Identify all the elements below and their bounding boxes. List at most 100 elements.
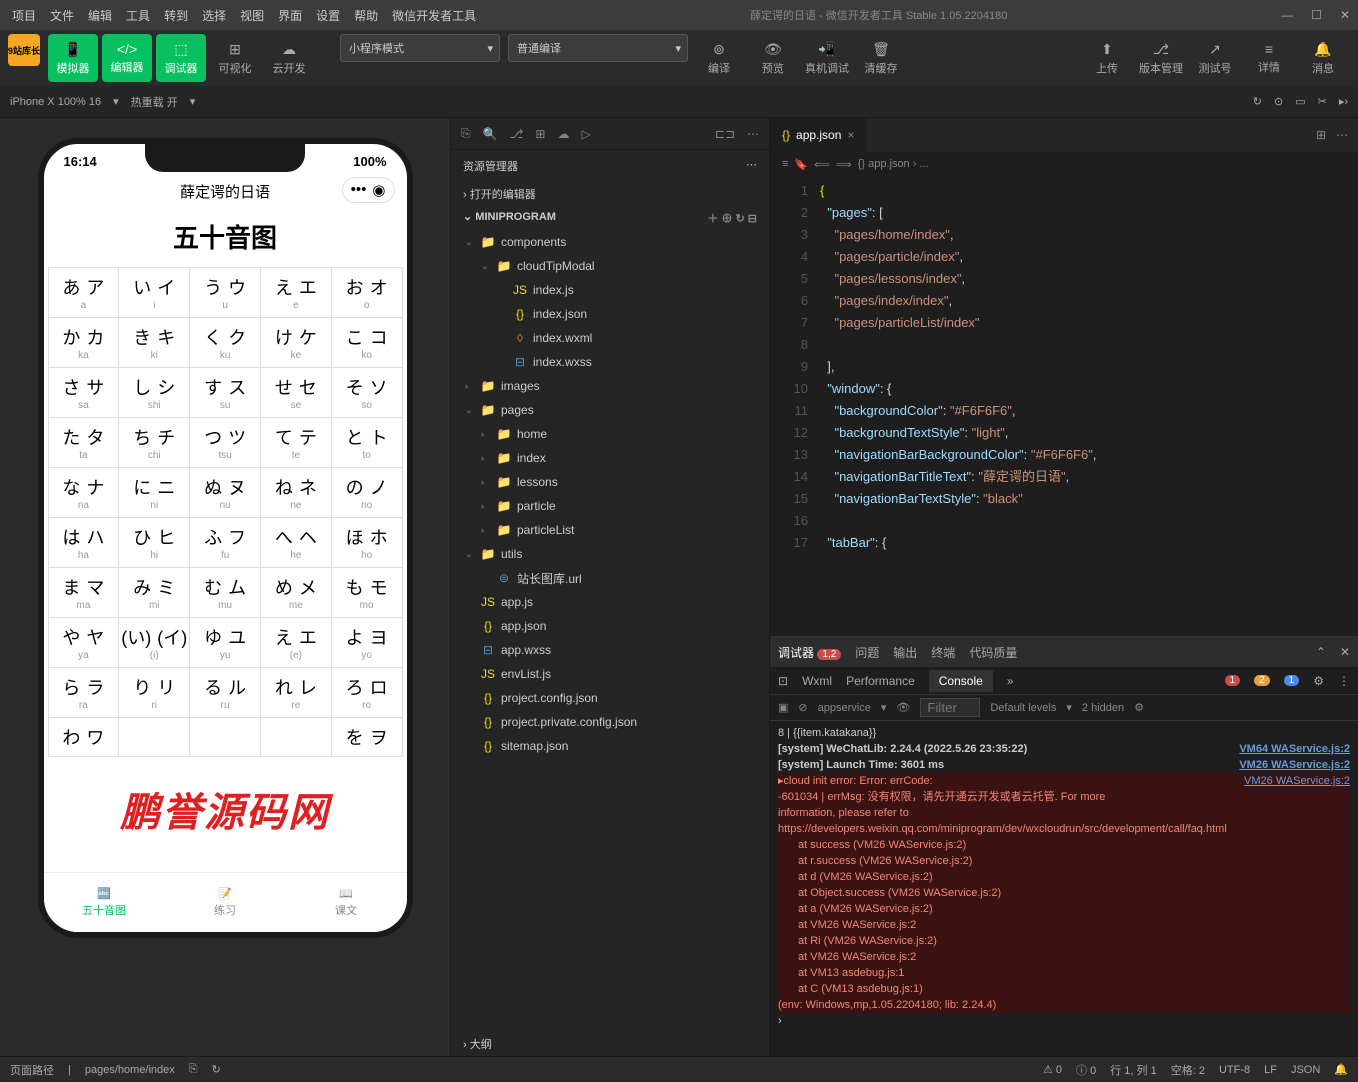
tab-debugger[interactable]: 调试器 1,2 bbox=[778, 644, 841, 661]
editor-tab-appjson[interactable]: {} app.json × bbox=[770, 118, 867, 152]
cloud-button[interactable]: ☁云开发 bbox=[264, 34, 314, 82]
kana-cell[interactable]: えエ(e) bbox=[261, 618, 332, 668]
code-editor[interactable]: 1234567891011121314151617 { "pages": [ "… bbox=[770, 176, 1358, 636]
tree-file[interactable]: ⊟index.wxss bbox=[451, 350, 769, 374]
tree-file[interactable]: JSapp.js bbox=[451, 590, 769, 614]
testid-button[interactable]: ↗测试号 bbox=[1190, 34, 1240, 82]
refresh-icon[interactable]: ↻ bbox=[212, 1063, 221, 1076]
eye-icon[interactable]: 👁 bbox=[896, 701, 910, 714]
menu-item[interactable]: 设置 bbox=[316, 7, 340, 24]
gear-icon[interactable]: ⚙ bbox=[1134, 701, 1144, 714]
kana-cell[interactable]: えエe bbox=[261, 268, 332, 318]
kana-cell[interactable]: やヤya bbox=[49, 618, 120, 668]
panel-close-icon[interactable]: ✕ bbox=[1340, 645, 1350, 659]
more-icon[interactable]: ▸› bbox=[1339, 95, 1348, 108]
tree-folder[interactable]: ›📁particleList bbox=[451, 518, 769, 542]
more-icon[interactable]: ⋯ bbox=[1336, 128, 1348, 142]
editor-button[interactable]: </>编辑器 bbox=[102, 34, 152, 82]
more-tabs-icon[interactable]: » bbox=[1007, 674, 1014, 688]
tree-file[interactable]: ⊟app.wxss bbox=[451, 638, 769, 662]
kana-cell[interactable]: みミmi bbox=[119, 568, 190, 618]
tab-problems[interactable]: 问题 bbox=[855, 644, 879, 661]
capsule-menu-icon[interactable]: ••• bbox=[351, 181, 367, 199]
tab-close-icon[interactable]: × bbox=[847, 128, 854, 142]
language-mode[interactable]: JSON bbox=[1291, 1064, 1320, 1076]
cursor-position[interactable]: 行 1, 列 1 bbox=[1110, 1062, 1156, 1078]
kana-cell[interactable]: すスsu bbox=[190, 368, 261, 418]
kana-cell[interactable]: ねネne bbox=[261, 468, 332, 518]
close-icon[interactable]: ✕ bbox=[1340, 8, 1350, 22]
tree-folder[interactable]: ⌄📁utils bbox=[451, 542, 769, 566]
outline-section[interactable]: › 大纲 bbox=[451, 1032, 769, 1056]
menu-item[interactable]: 界面 bbox=[278, 7, 302, 24]
visual-button[interactable]: ⊞可视化 bbox=[210, 34, 260, 82]
kana-cell[interactable]: のノno bbox=[332, 468, 403, 518]
layout-icon[interactable]: ⊏⊐ bbox=[715, 127, 735, 141]
settings-icon[interactable]: ⚙ bbox=[1313, 674, 1324, 688]
menu-item[interactable]: 转到 bbox=[164, 7, 188, 24]
menu-item[interactable]: 项目 bbox=[12, 7, 36, 24]
kana-cell[interactable]: けケke bbox=[261, 318, 332, 368]
tabbar-item[interactable]: 📖课文 bbox=[286, 873, 407, 932]
refresh-icon[interactable]: ↻ bbox=[1253, 95, 1262, 108]
menu-item[interactable]: 视图 bbox=[240, 7, 264, 24]
simulator-button[interactable]: 📱模拟器 bbox=[48, 34, 98, 82]
kana-cell[interactable]: めメme bbox=[261, 568, 332, 618]
tab-console[interactable]: Console bbox=[929, 670, 993, 692]
search-icon[interactable]: 🔍 bbox=[483, 127, 498, 141]
tree-folder[interactable]: ›📁lessons bbox=[451, 470, 769, 494]
compile-button[interactable]: ⊚编译 bbox=[694, 34, 744, 82]
kana-cell[interactable]: ろロro bbox=[332, 668, 403, 718]
menu-item[interactable]: 文件 bbox=[50, 7, 74, 24]
tab-performance[interactable]: Performance bbox=[846, 674, 915, 688]
tree-folder[interactable]: ›📁particle bbox=[451, 494, 769, 518]
kana-cell[interactable]: てテte bbox=[261, 418, 332, 468]
kana-cell[interactable]: むムmu bbox=[190, 568, 261, 618]
kana-cell[interactable]: へヘhe bbox=[261, 518, 332, 568]
info-count[interactable]: ⓘ 0 bbox=[1076, 1062, 1096, 1078]
tree-file[interactable]: JSindex.js bbox=[451, 278, 769, 302]
inspect-icon[interactable]: ⊡ bbox=[778, 674, 788, 688]
kana-cell[interactable]: ほホho bbox=[332, 518, 403, 568]
kana-cell[interactable]: しシshi bbox=[119, 368, 190, 418]
kana-cell[interactable]: ひヒhi bbox=[119, 518, 190, 568]
version-button[interactable]: ⎇版本管理 bbox=[1136, 34, 1186, 82]
levels-dropdown[interactable]: Default levels bbox=[990, 702, 1056, 714]
tree-file[interactable]: {}project.config.json bbox=[451, 686, 769, 710]
kana-cell[interactable]: きキki bbox=[119, 318, 190, 368]
tree-file[interactable]: {}app.json bbox=[451, 614, 769, 638]
bell-icon[interactable]: 🔔 bbox=[1334, 1063, 1348, 1076]
kana-cell[interactable]: (い)(イ)(i) bbox=[119, 618, 190, 668]
tree-file[interactable]: ⊜站长图库.url bbox=[451, 566, 769, 590]
menu-item[interactable]: 编辑 bbox=[88, 7, 112, 24]
hot-reload-toggle[interactable]: 热重载 开 bbox=[131, 94, 178, 110]
copy-icon[interactable]: ⎘ bbox=[189, 1063, 198, 1076]
preview-button[interactable]: 👁预览 bbox=[748, 34, 798, 82]
tabbar-item[interactable]: 📝练习 bbox=[165, 873, 286, 932]
menu-item[interactable]: 帮助 bbox=[354, 7, 378, 24]
remote-debug-button[interactable]: 📲真机调试 bbox=[802, 34, 852, 82]
capsule-close-icon[interactable]: ◉ bbox=[372, 181, 385, 199]
warnings-count[interactable]: ⚠ 0 bbox=[1043, 1063, 1062, 1076]
menu-item[interactable]: 工具 bbox=[126, 7, 150, 24]
tree-file[interactable]: {}index.json bbox=[451, 302, 769, 326]
tree-folder[interactable]: ›📁images bbox=[451, 374, 769, 398]
clear-icon[interactable]: ⊘ bbox=[798, 701, 807, 714]
kana-cell[interactable]: わワ bbox=[49, 718, 120, 757]
explorer-more-icon[interactable]: ⋯ bbox=[746, 158, 757, 174]
kana-cell[interactable]: いイi bbox=[119, 268, 190, 318]
kana-cell[interactable]: たタta bbox=[49, 418, 120, 468]
kana-cell[interactable]: ゆユyu bbox=[190, 618, 261, 668]
more-icon[interactable]: ⋯ bbox=[747, 127, 759, 141]
mode-dropdown[interactable]: 小程序模式 bbox=[340, 34, 500, 62]
sidebar-toggle-icon[interactable]: ▣ bbox=[778, 701, 788, 714]
kana-cell[interactable]: るルru bbox=[190, 668, 261, 718]
kana-cell[interactable]: もモmo bbox=[332, 568, 403, 618]
kana-cell[interactable]: とトto bbox=[332, 418, 403, 468]
kana-cell[interactable]: はハha bbox=[49, 518, 120, 568]
kana-cell[interactable]: をヲ bbox=[332, 718, 403, 757]
kana-cell[interactable]: そソso bbox=[332, 368, 403, 418]
tab-output[interactable]: 输出 bbox=[893, 644, 917, 661]
kana-cell[interactable]: かカka bbox=[49, 318, 120, 368]
kana-cell[interactable]: ふフfu bbox=[190, 518, 261, 568]
